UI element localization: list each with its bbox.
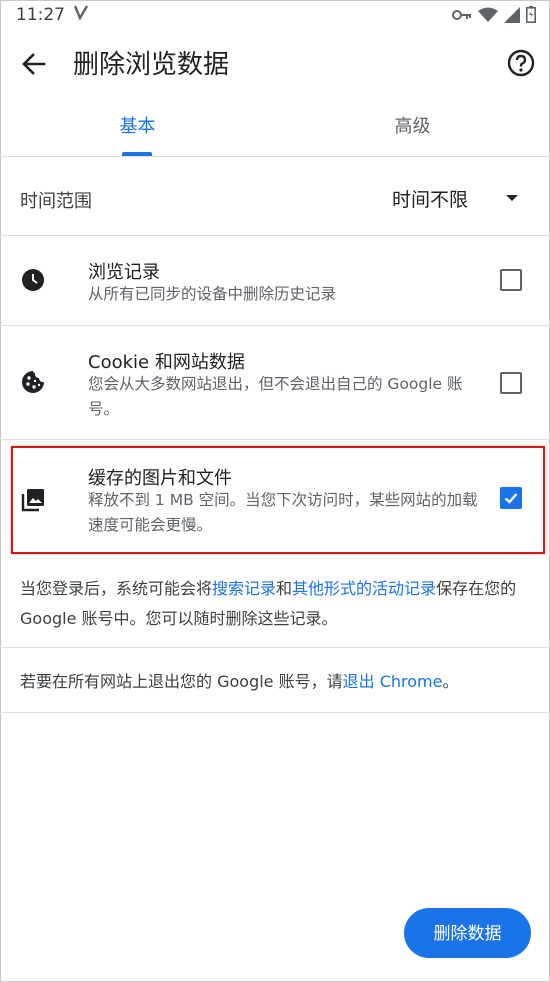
cookie-icon [21, 370, 45, 394]
time-range-row: 时间范围 时间不限 [0, 165, 550, 236]
dropdown-arrow-icon [506, 195, 518, 201]
status-icons [452, 6, 536, 27]
item-title: 缓存的图片和文件 [88, 468, 232, 489]
other-activity-link[interactable]: 其他形式的活动记录 [292, 579, 436, 598]
item-title: Cookie 和网站数据 [88, 352, 245, 373]
vpn-key-icon [452, 7, 472, 26]
status-bar: 11:27 [0, 0, 550, 30]
list-item-cookies[interactable]: Cookie 和网站数据 您会从大多数网站退出，但不会退出自己的 Google … [0, 326, 550, 440]
checkbox-cookies[interactable] [500, 372, 522, 394]
tab-advanced[interactable]: 高级 [275, 96, 550, 156]
checkbox-browsing-history[interactable] [500, 269, 522, 291]
wifi-icon [478, 7, 498, 27]
help-icon[interactable] [506, 48, 536, 78]
list-item-browsing-history[interactable]: 浏览记录 从所有已同步的设备中删除历史记录 [0, 236, 550, 326]
status-time: 11:27 [16, 5, 65, 25]
signal-icon [504, 6, 520, 27]
time-range-label: 时间范围 [20, 191, 92, 212]
time-range-dropdown[interactable]: 时间不限 [392, 185, 532, 215]
delete-data-button[interactable]: 删除数据 [404, 908, 531, 958]
tab-basic[interactable]: 基本 [0, 96, 275, 156]
app-bar: 删除浏览数据 [0, 30, 550, 96]
sign-out-info: 若要在所有网站上退出您的 Google 账号，请退出 Chrome。 [0, 648, 550, 713]
clock-icon [21, 268, 45, 292]
sign-out-chrome-link[interactable]: 退出 Chrome [343, 672, 443, 691]
tab-indicator [122, 152, 152, 156]
item-subtitle: 释放不到 1 MB 空间。当您下次访问时，某些网站的加载速度可能会更慢。 [88, 491, 478, 534]
tab-bar: 基本 高级 [0, 96, 550, 157]
item-title: 浏览记录 [88, 262, 160, 283]
list-item-cached-images[interactable]: 缓存的图片和文件 释放不到 1 MB 空间。当您下次访问时，某些网站的加载速度可… [0, 440, 550, 558]
item-subtitle: 从所有已同步的设备中删除历史记录 [88, 285, 337, 303]
time-range-value: 时间不限 [392, 189, 469, 211]
account-activity-text: 当您登录后，系统可能会将搜索记录和其他形式的活动记录保存在您的 Google 账… [20, 579, 517, 628]
arrow-back-icon[interactable] [18, 48, 50, 80]
sign-out-text: 若要在所有网站上退出您的 Google 账号，请退出 Chrome。 [20, 672, 459, 691]
search-history-link[interactable]: 搜索记录 [212, 579, 276, 598]
battery-icon [526, 6, 536, 27]
v-icon [73, 4, 89, 24]
account-activity-info: 当您登录后，系统可能会将搜索记录和其他形式的活动记录保存在您的 Google 账… [0, 560, 550, 648]
page-title: 删除浏览数据 [73, 50, 230, 80]
item-subtitle: 您会从大多数网站退出，但不会退出自己的 Google 账号。 [88, 375, 463, 418]
image-stack-icon [21, 488, 45, 512]
checkbox-cached-images[interactable] [500, 487, 522, 509]
